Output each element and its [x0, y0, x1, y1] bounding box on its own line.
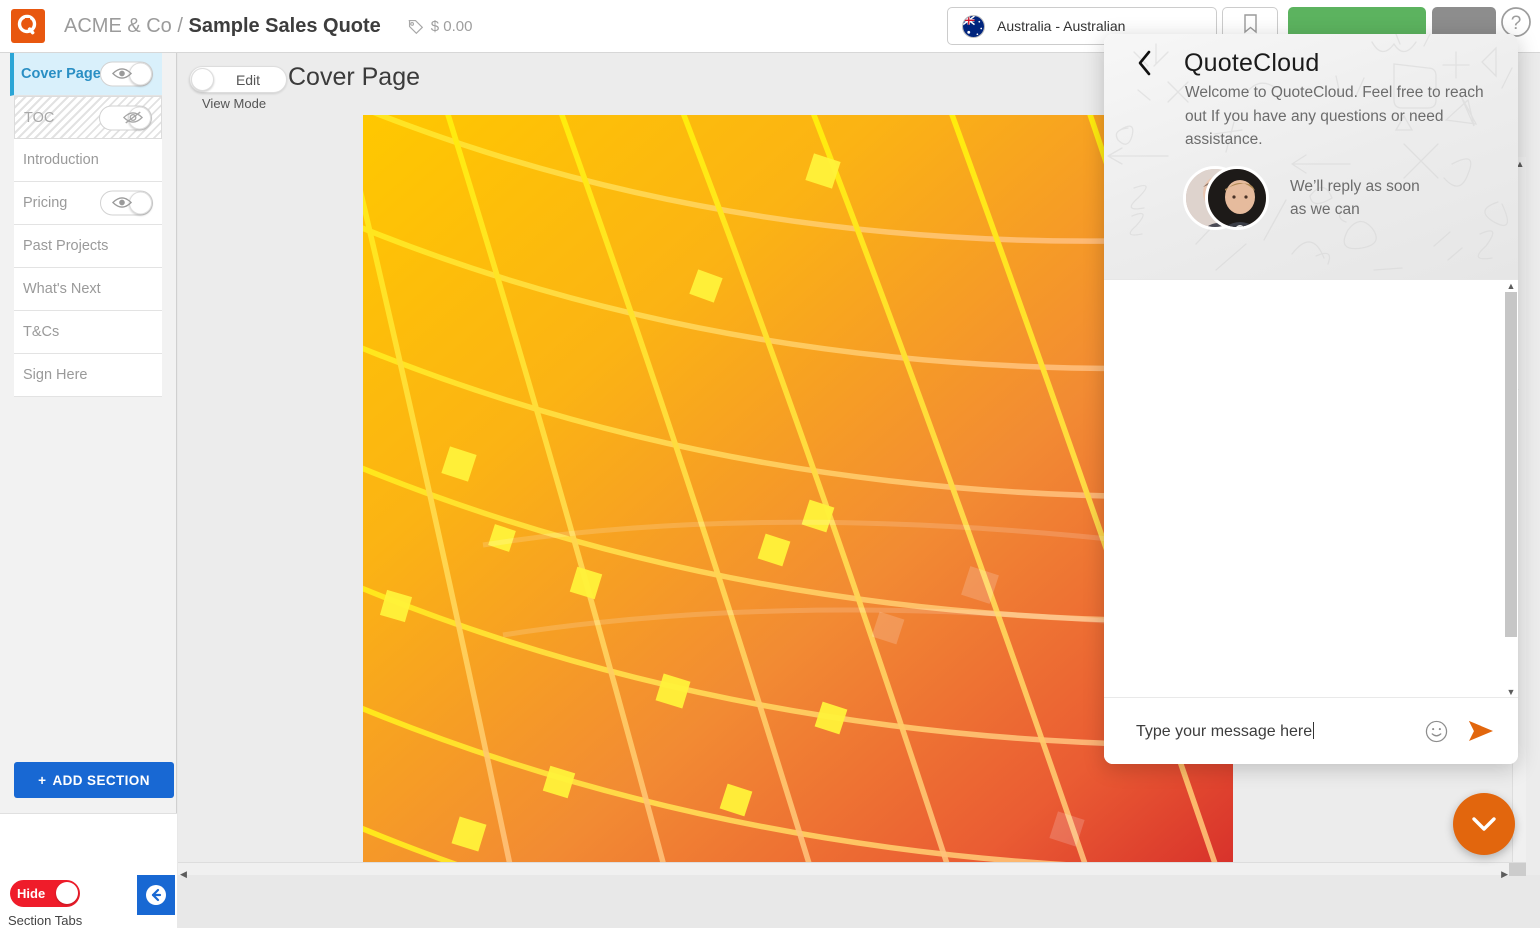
chevron-down-icon [1471, 816, 1497, 832]
hide-toggle-caption: Section Tabs [8, 913, 82, 928]
add-section-label: ADD SECTION [52, 773, 149, 788]
chat-back-button[interactable] [1130, 48, 1160, 78]
chat-scroll-thumb[interactable] [1505, 292, 1517, 637]
breadcrumb: ACME & Co / Sample Sales Quote [64, 15, 381, 38]
sections-sidebar: Cover Page TOC Introduction Pricing Past Pro… [0, 53, 177, 875]
currency-label: Australia - Australian [997, 18, 1125, 34]
toggle-knob [56, 882, 78, 904]
sidebar-item-label: Past Projects [14, 238, 108, 254]
sidebar-item-label: TOC [15, 110, 54, 126]
toggle-knob [191, 68, 214, 91]
sidebar-item-introduction[interactable]: Introduction [14, 139, 162, 182]
toggle-knob [129, 192, 152, 215]
chat-message-input[interactable]: Type your message here [1136, 722, 1314, 741]
sidebar-item-label: Cover Page [14, 66, 101, 82]
sidebar-item-label: T&Cs [14, 324, 59, 340]
quotecloud-logo-icon[interactable] [11, 9, 45, 43]
caret-right-icon[interactable]: ▶ [1501, 864, 1508, 882]
chat-input-row[interactable]: Type your message here [1104, 697, 1518, 764]
breadcrumb-quote-name[interactable]: Sample Sales Quote [188, 15, 380, 37]
agent-avatars [1183, 166, 1269, 230]
plus-icon: + [38, 773, 46, 788]
arrow-left-circle-icon [144, 883, 168, 907]
australia-flag-icon [962, 15, 985, 38]
eye-visible-icon [112, 196, 132, 210]
hide-toggle-label: Hide [17, 886, 45, 901]
sidebar-item-label: Sign Here [14, 367, 87, 383]
section-visibility-toggle[interactable] [100, 191, 153, 216]
sections-list: Cover Page TOC Introduction Pricing Past Pro… [0, 53, 176, 397]
add-section-button[interactable]: + ADD SECTION [14, 762, 174, 798]
emoji-smiley-icon[interactable] [1425, 720, 1448, 743]
text-caret [1313, 722, 1314, 739]
sidebar-item-sign-here[interactable]: Sign Here [14, 354, 162, 397]
cover-page-artwork [363, 115, 1233, 863]
sidebar-item-t-cs[interactable]: T&Cs [14, 311, 162, 354]
chat-header: QuoteCloud Welcome to QuoteCloud. Feel f… [1104, 34, 1518, 279]
sidebar-item-pricing[interactable]: Pricing [14, 182, 162, 225]
chevron-left-icon [1137, 50, 1153, 76]
price-tag-icon [407, 18, 424, 35]
chat-scroll-up-icon[interactable]: ▲ [1504, 280, 1518, 292]
collapse-sidebar-button[interactable] [137, 875, 175, 915]
quote-total[interactable]: $ 0.00 [407, 18, 473, 35]
eye-hidden-icon [123, 110, 143, 124]
chat-title: QuoteCloud [1184, 49, 1319, 78]
agent-avatar-2 [1205, 166, 1269, 230]
breadcrumb-separator: / [172, 15, 189, 37]
toggle-knob [129, 63, 152, 86]
bookmark-icon [1242, 14, 1259, 34]
section-visibility-toggle[interactable] [100, 62, 153, 87]
caret-left-icon[interactable]: ◀ [180, 864, 187, 882]
sidebar-item-past-projects[interactable]: Past Projects [14, 225, 162, 268]
section-visibility-toggle[interactable] [99, 105, 152, 130]
edit-mode-toggle[interactable]: Edit [189, 66, 287, 93]
canvas-horizontal-scrollbar[interactable]: ◀ ▶ [178, 862, 1526, 875]
send-paper-plane-icon[interactable] [1468, 719, 1494, 743]
sidebar-item-label: Introduction [14, 152, 99, 168]
chat-scrollbar[interactable]: ▲ ▼ [1504, 280, 1518, 698]
sidebar-item-cover-page[interactable]: Cover Page [10, 53, 162, 96]
chat-intro-text: Welcome to QuoteCloud. Feel free to reac… [1185, 81, 1485, 152]
svg-text:?: ? [1511, 13, 1522, 34]
eye-visible-icon [112, 67, 132, 81]
chat-reply-note: We’ll reply as soon as we can [1290, 175, 1420, 221]
chat-launcher-button[interactable] [1453, 793, 1515, 855]
sidebar-item-what-s-next[interactable]: What's Next [14, 268, 162, 311]
page-title: Cover Page [288, 63, 420, 92]
hscroll-thumb[interactable] [1509, 863, 1526, 876]
edit-toggle-label: Edit [214, 72, 286, 88]
hide-section-tabs-toggle[interactable]: Hide [10, 880, 80, 907]
chat-message-list: ▲ ▼ [1104, 279, 1518, 697]
quote-total-value: $ 0.00 [431, 18, 473, 35]
breadcrumb-company[interactable]: ACME & Co [64, 15, 172, 37]
sidebar-item-label: What's Next [14, 281, 101, 297]
chat-input-value: Type your message here [1136, 723, 1312, 740]
sidebar-item-toc[interactable]: TOC [14, 96, 162, 139]
sidebar-item-label: Pricing [14, 195, 67, 211]
chat-widget: QuoteCloud Welcome to QuoteCloud. Feel f… [1104, 34, 1518, 764]
chat-reply-note-row: We’ll reply as soon as we can [1183, 166, 1420, 230]
